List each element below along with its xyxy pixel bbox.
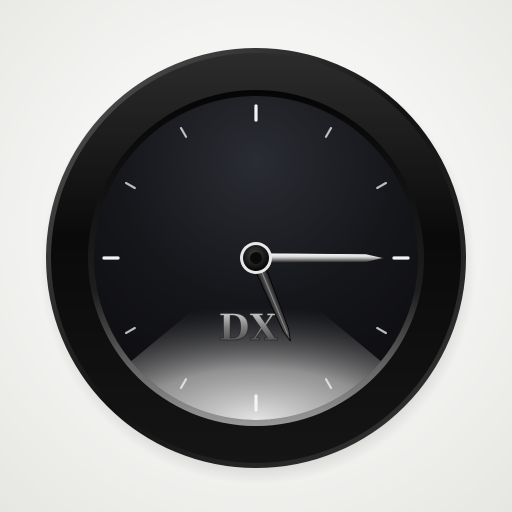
hub-pin bbox=[250, 252, 262, 264]
clock-app: DX bbox=[0, 0, 512, 512]
brand-logo: DX bbox=[218, 307, 277, 349]
minute-hand bbox=[255, 252, 385, 264]
analog-clock[interactable]: DX bbox=[0, 0, 512, 512]
